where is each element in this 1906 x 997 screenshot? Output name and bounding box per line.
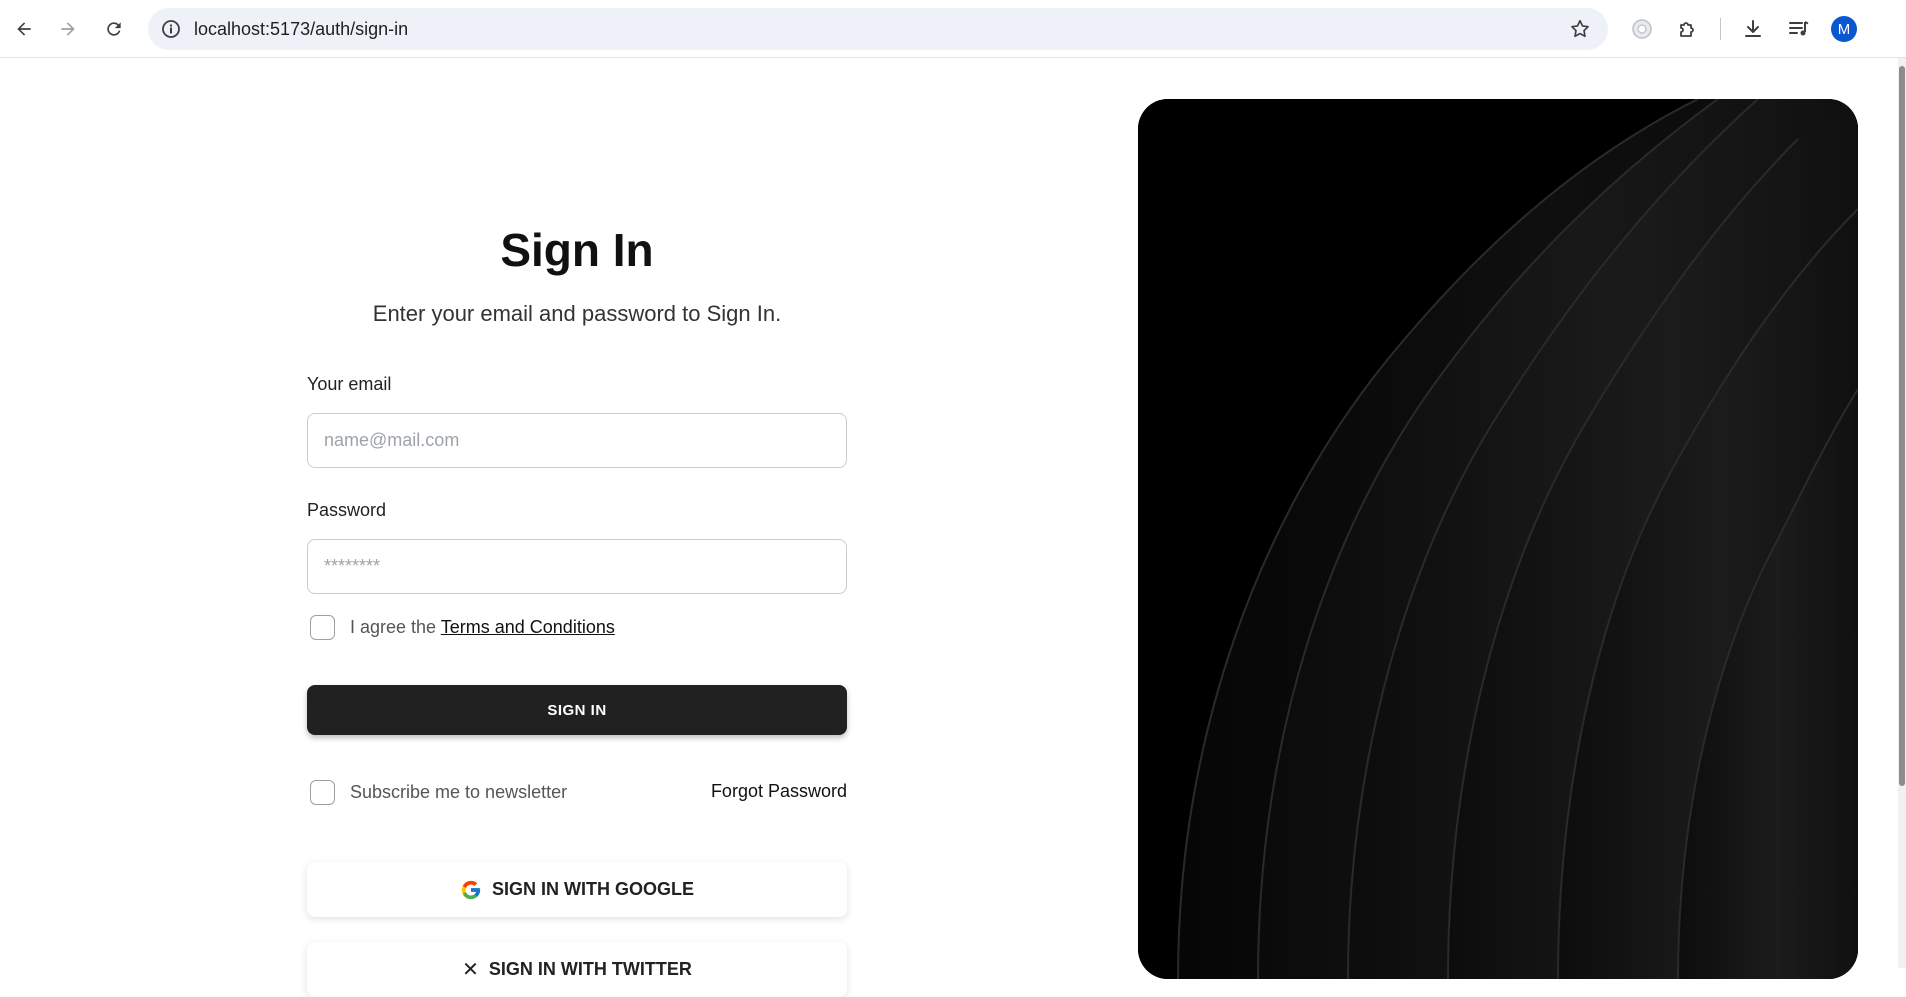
site-info-icon[interactable] xyxy=(160,18,182,40)
media-control-icon[interactable] xyxy=(1785,15,1813,43)
terms-checkbox[interactable] xyxy=(310,615,335,640)
download-icon[interactable] xyxy=(1739,15,1767,43)
bookmark-star-icon[interactable] xyxy=(1568,17,1592,41)
sign-in-button[interactable]: SIGN IN xyxy=(307,685,847,735)
signin-form: Sign In Enter your email and password to… xyxy=(307,58,847,997)
hero-image xyxy=(1138,99,1858,979)
reload-button[interactable] xyxy=(97,12,131,46)
password-label: Password xyxy=(307,500,387,520)
password-field[interactable] xyxy=(307,539,847,594)
url-text[interactable]: localhost:5173/auth/sign-in xyxy=(194,19,408,40)
back-arrow-icon xyxy=(17,22,31,36)
extension-icon[interactable] xyxy=(1628,15,1656,43)
x-icon: ✕ xyxy=(462,959,479,981)
toolbar-divider xyxy=(1720,18,1721,40)
scrollbar-thumb[interactable] xyxy=(1899,66,1905,786)
page-title: Sign In xyxy=(500,224,654,276)
agree-prefix: I agree the xyxy=(350,617,437,637)
address-bar[interactable]: localhost:5173/auth/sign-in xyxy=(148,8,1608,50)
forgot-password-link[interactable]: Forgot Password xyxy=(711,781,847,802)
newsletter-checkbox[interactable] xyxy=(310,780,335,805)
twitter-signin-button[interactable]: ✕ SIGN IN WITH TWITTER xyxy=(307,942,847,997)
puzzle-icon[interactable] xyxy=(1674,15,1702,43)
browser-toolbar: localhost:5173/auth/sign-in M xyxy=(0,0,1906,58)
page-content: Sign In Enter your email and password to… xyxy=(0,58,1906,997)
newsletter-label: Subscribe me to newsletter xyxy=(350,782,568,802)
page-subtitle: Enter your email and password to Sign In… xyxy=(372,301,782,326)
email-field[interactable] xyxy=(307,413,847,468)
google-button-label: SIGN IN WITH GOOGLE xyxy=(492,879,694,899)
twitter-button-label: SIGN IN WITH TWITTER xyxy=(488,959,692,979)
profile-avatar[interactable]: M xyxy=(1831,16,1857,42)
google-signin-button[interactable]: SIGN IN WITH GOOGLE xyxy=(307,862,847,917)
terms-text: I agree the Terms and Conditions xyxy=(350,617,615,638)
terms-link[interactable]: Terms and Conditions xyxy=(441,617,615,637)
back-button[interactable] xyxy=(7,12,41,46)
forward-button[interactable] xyxy=(51,12,85,46)
email-label: Your email xyxy=(307,374,392,394)
forward-arrow-icon xyxy=(61,22,75,36)
abstract-waves-image xyxy=(1138,99,1858,979)
google-icon xyxy=(461,880,481,899)
reload-icon xyxy=(107,22,121,36)
